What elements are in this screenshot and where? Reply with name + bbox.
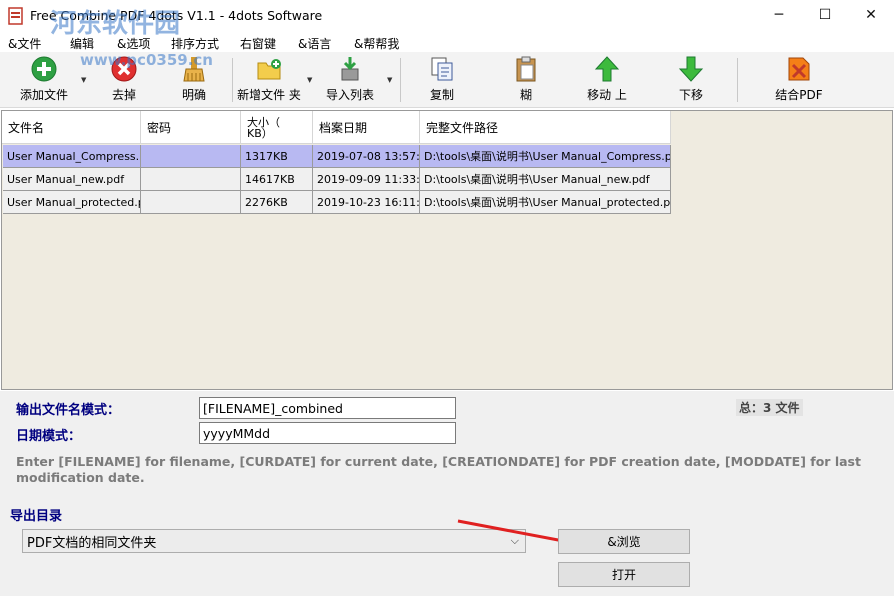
- cell-password: [141, 145, 241, 168]
- cell-path: D:\tools\桌面\说明书\User Manual_Compress.pdf: [420, 145, 671, 168]
- cell-date: 2019-07-08 13:57:42: [313, 145, 420, 168]
- copy-icon: [431, 57, 453, 81]
- paste-icon: [516, 56, 536, 82]
- cell-filename: User Manual_new.pdf: [3, 168, 141, 191]
- move-up-button[interactable]: 移动 上: [583, 55, 631, 105]
- date-pattern-label: 日期模式：: [16, 429, 82, 444]
- add-files-button[interactable]: 添加文件: [16, 55, 72, 105]
- cell-path: D:\tools\桌面\说明书\User Manual_protected.pd…: [420, 191, 671, 214]
- app-icon: [8, 7, 23, 25]
- size-header-line2: KB）: [247, 127, 273, 140]
- import-list-dropdown[interactable]: ▼: [387, 76, 392, 84]
- import-list-icon: [341, 57, 359, 81]
- cell-date: 2019-10-23 16:11:30: [313, 191, 420, 214]
- move-down-button[interactable]: 下移: [667, 55, 715, 105]
- add-folder-icon: [257, 59, 281, 80]
- add-folder-button[interactable]: 新增文件 夹: [234, 55, 304, 105]
- browse-button[interactable]: &浏览: [558, 529, 690, 554]
- add-icon: [31, 56, 57, 82]
- menu-context[interactable]: 右窗键: [240, 35, 276, 52]
- toolbar-separator: [232, 58, 233, 102]
- combine-pdf-button[interactable]: 结合PDF: [766, 55, 832, 105]
- move-down-icon: [678, 56, 704, 82]
- menu-help[interactable]: &帮帮我: [354, 35, 399, 52]
- cell-filename: User Manual_protected.pdf: [3, 191, 141, 214]
- cell-filename: User Manual_Compress.pdf: [3, 145, 141, 168]
- toolbar-separator: [400, 58, 401, 102]
- cell-date: 2019-09-09 11:33:50: [313, 168, 420, 191]
- cell-size: 1317KB: [241, 145, 313, 168]
- close-button[interactable]: ✕: [848, 0, 894, 30]
- column-header-password[interactable]: 密码: [141, 111, 241, 144]
- cell-size: 14617KB: [241, 168, 313, 191]
- combine-pdf-icon: [788, 57, 810, 81]
- move-up-icon: [594, 56, 620, 82]
- cell-password: [141, 168, 241, 191]
- copy-button[interactable]: 复制: [418, 55, 466, 105]
- output-pattern-input[interactable]: [FILENAME]_combined: [199, 397, 456, 419]
- watermark-url: www.pc0359.cn: [80, 51, 213, 69]
- pattern-hint-text: Enter [FILENAME] for filename, [CURDATE]…: [16, 454, 861, 485]
- add-folder-dropdown[interactable]: ▼: [307, 76, 312, 84]
- paste-button[interactable]: 糊: [504, 55, 548, 105]
- maximize-button[interactable]: ☐: [802, 0, 848, 30]
- column-header-filename[interactable]: 文件名: [2, 111, 141, 144]
- column-header-path[interactable]: 完整文件路径: [420, 111, 671, 144]
- menu-language[interactable]: &语言: [298, 35, 331, 52]
- total-files-count: 总：3 文件: [736, 399, 803, 416]
- output-folder-value: PDF文档的相同文件夹: [27, 535, 157, 551]
- watermark-logo: 河东软件园: [50, 9, 181, 39]
- cell-password: [141, 191, 241, 214]
- cell-size: 2276KB: [241, 191, 313, 214]
- open-button[interactable]: 打开: [558, 562, 690, 587]
- column-header-size[interactable]: 大小（ KB）: [241, 111, 313, 144]
- menu-file[interactable]: &文件: [8, 35, 41, 52]
- column-header-date[interactable]: 档案日期: [313, 111, 420, 144]
- add-files-dropdown[interactable]: ▼: [81, 76, 86, 84]
- import-list-button[interactable]: 导入列表: [322, 55, 378, 105]
- output-pattern-label: 输出文件名模式：: [16, 403, 121, 418]
- output-folder-select[interactable]: PDF文档的相同文件夹 ⌵: [22, 529, 526, 553]
- cell-path: D:\tools\桌面\说明书\User Manual_new.pdf: [420, 168, 671, 191]
- minimize-button[interactable]: ─: [756, 0, 802, 30]
- toolbar-separator: [737, 58, 738, 102]
- export-directory-label: 导出目录: [10, 509, 63, 524]
- options-panel: 输出文件名模式： [FILENAME]_combined 总：3 文件 日期模式…: [0, 391, 894, 596]
- file-list[interactable]: 文件名 密码 大小（ KB） 档案日期 完整文件路径 User Manual_C…: [1, 110, 893, 390]
- date-pattern-input[interactable]: yyyyMMdd: [199, 422, 456, 444]
